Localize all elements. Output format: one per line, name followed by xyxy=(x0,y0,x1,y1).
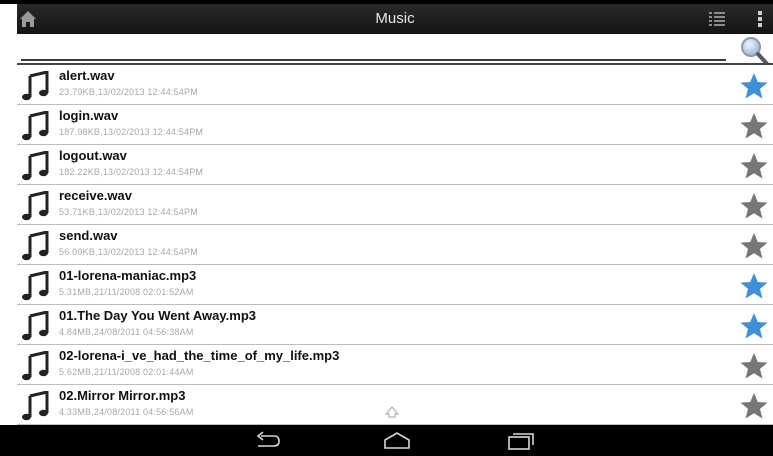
list-view-icon[interactable] xyxy=(709,11,725,27)
music-note-icon xyxy=(22,311,49,341)
file-name: 02.Mirror Mirror.mp3 xyxy=(59,388,186,403)
file-meta: 4.33MB,24/08/2011 04:56:56AM xyxy=(59,407,194,417)
list-item[interactable]: receive.wav 53.71KB,13/02/2013 12:44:54PM xyxy=(17,185,773,225)
music-note-icon xyxy=(22,351,49,381)
recent-apps-icon[interactable] xyxy=(506,431,536,451)
action-bar: Music xyxy=(17,4,773,34)
star-icon[interactable] xyxy=(739,351,769,381)
star-icon[interactable] xyxy=(739,111,769,141)
star-icon[interactable] xyxy=(739,151,769,181)
search-input[interactable] xyxy=(21,37,726,61)
music-note-icon xyxy=(22,231,49,261)
file-name: 01-lorena-maniac.mp3 xyxy=(59,268,197,283)
star-icon[interactable] xyxy=(739,71,769,101)
file-name: logout.wav xyxy=(59,148,127,163)
file-list: alert.wav 23.79KB,13/02/2013 12:44:54PM lo… xyxy=(17,65,773,425)
file-meta: 4.84MB,24/08/2011 04:56:38AM xyxy=(59,327,194,337)
file-meta: 56.09KB,13/02/2013 12:44:54PM xyxy=(59,247,198,257)
file-meta: 23.79KB,13/02/2013 12:44:54PM xyxy=(59,87,198,97)
star-icon[interactable] xyxy=(739,391,769,421)
star-icon[interactable] xyxy=(739,311,769,341)
overflow-menu-icon[interactable] xyxy=(757,10,763,28)
star-icon[interactable] xyxy=(739,231,769,261)
file-name: login.wav xyxy=(59,108,119,123)
music-note-icon xyxy=(22,151,49,181)
list-item[interactable]: login.wav 187.98KB,13/02/2013 12:44:54PM xyxy=(17,105,773,145)
file-meta: 182.22KB,13/02/2013 12:44:54PM xyxy=(59,167,204,177)
file-meta: 5.31MB,21/11/2008 02:01:52AM xyxy=(59,287,194,297)
file-name: send.wav xyxy=(59,228,118,243)
music-note-icon xyxy=(22,71,49,101)
file-meta: 53.71KB,13/02/2013 12:44:54PM xyxy=(59,207,198,217)
star-icon[interactable] xyxy=(739,271,769,301)
music-note-icon xyxy=(22,191,49,221)
page-title: Music xyxy=(375,10,415,27)
file-name: 01.The Day You Went Away.mp3 xyxy=(59,308,256,323)
home-key-icon[interactable] xyxy=(382,431,412,451)
list-item[interactable]: 01.The Day You Went Away.mp3 4.84MB,24/08… xyxy=(17,305,773,345)
navigation-bar xyxy=(0,425,773,456)
list-item[interactable]: logout.wav 182.22KB,13/02/2013 12:44:54PM xyxy=(17,145,773,185)
file-meta: 5.62MB,21/11/2008 02:01:44AM xyxy=(59,367,194,377)
list-item[interactable]: send.wav 56.09KB,13/02/2013 12:44:54PM xyxy=(17,225,773,265)
music-note-icon xyxy=(22,271,49,301)
music-note-icon xyxy=(22,111,49,141)
list-item[interactable]: alert.wav 23.79KB,13/02/2013 12:44:54PM xyxy=(17,65,773,105)
file-meta: 187.98KB,13/02/2013 12:44:54PM xyxy=(59,127,204,137)
star-icon[interactable] xyxy=(739,191,769,221)
music-note-icon xyxy=(22,391,49,421)
back-icon[interactable] xyxy=(252,431,282,451)
list-item[interactable]: 01-lorena-maniac.mp3 5.31MB,21/11/2008 02… xyxy=(17,265,773,305)
file-name: alert.wav xyxy=(59,68,115,83)
scroll-up-arrow-icon[interactable] xyxy=(384,405,400,419)
file-name: receive.wav xyxy=(59,188,133,203)
list-item[interactable]: 02-lorena-i_ve_had_the_time_of_my_life.m… xyxy=(17,345,773,385)
search-bar xyxy=(17,34,773,67)
file-name: 02-lorena-i_ve_had_the_time_of_my_life.m… xyxy=(59,348,340,363)
